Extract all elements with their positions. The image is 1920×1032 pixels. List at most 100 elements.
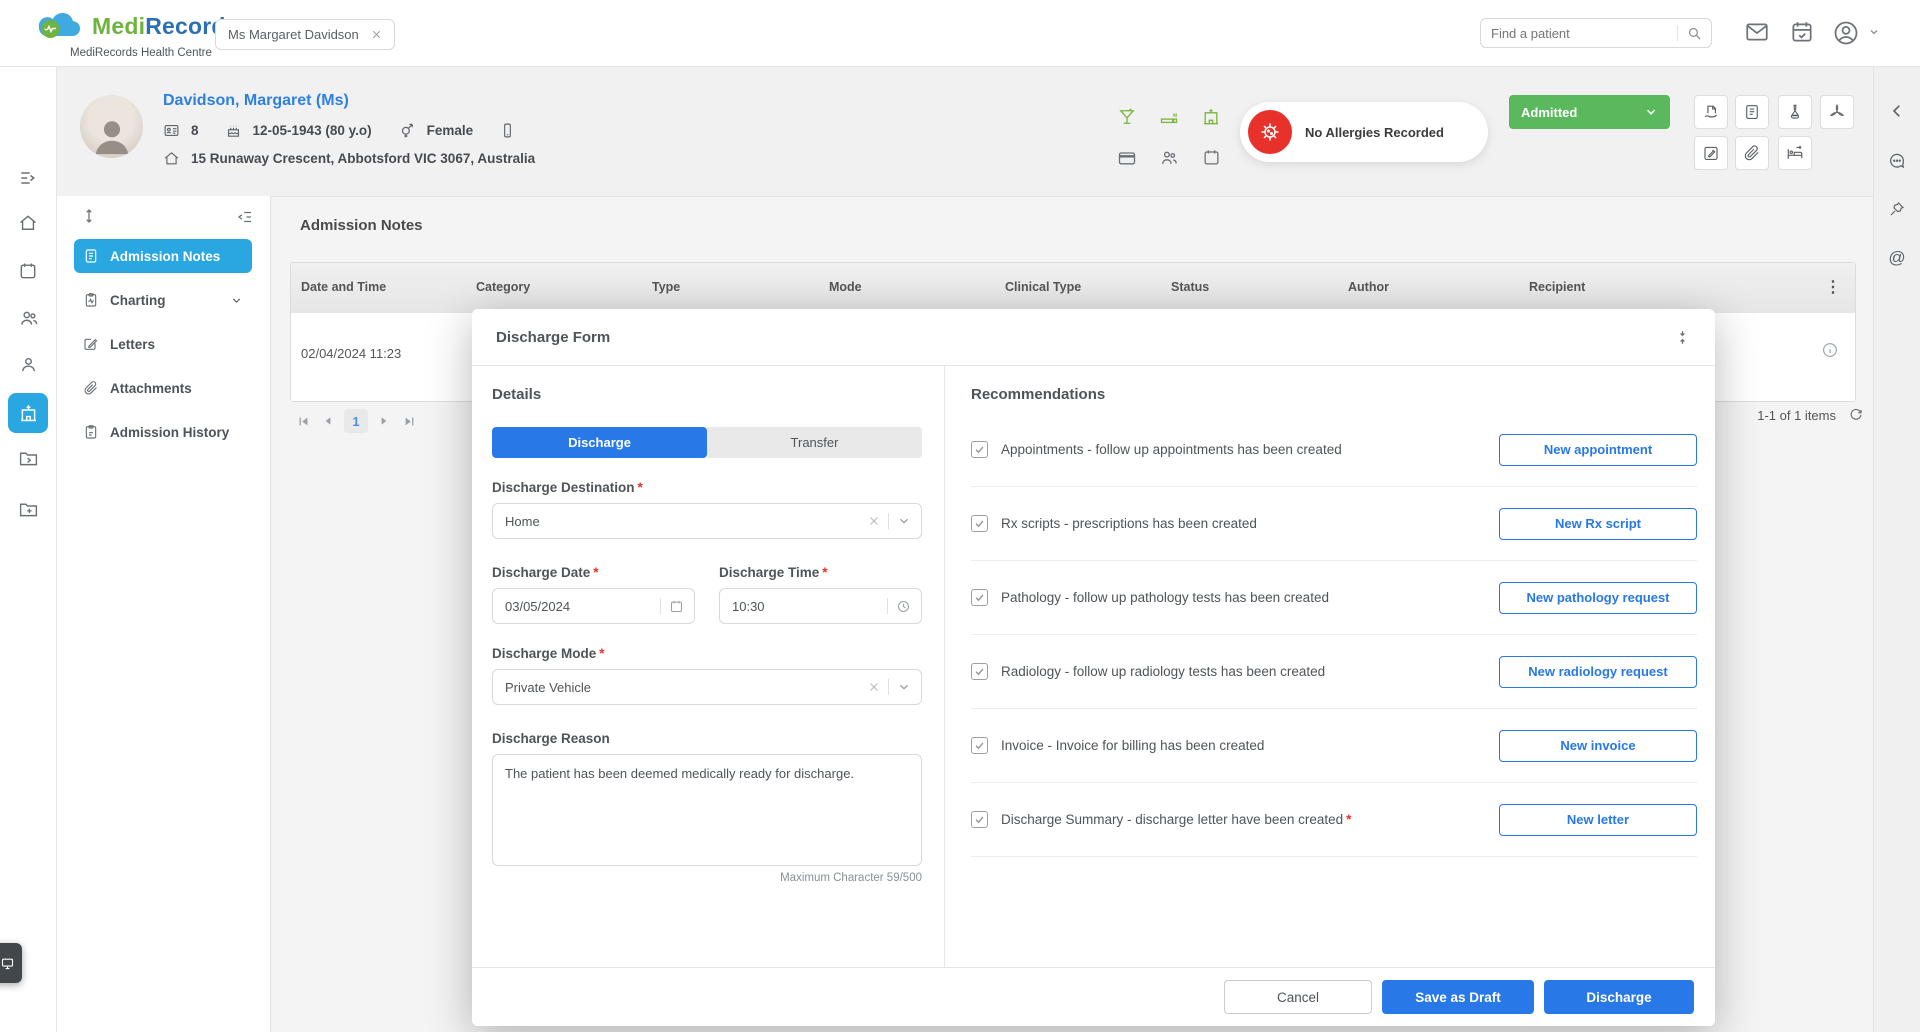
cancel-button[interactable]: Cancel: [1224, 980, 1372, 1014]
alcohol-icon[interactable]: [1106, 96, 1148, 137]
discharge-mode-select[interactable]: Private Vehicle: [492, 669, 922, 705]
rx-scripts-checkbox[interactable]: [971, 515, 988, 532]
tab-discharge[interactable]: Discharge: [492, 427, 707, 458]
calendar-check-icon[interactable]: [1789, 19, 1815, 45]
clock-icon[interactable]: [896, 599, 911, 614]
col-recipient[interactable]: Recipient: [1529, 280, 1585, 294]
prev-page-button[interactable]: [319, 412, 337, 430]
search-icon[interactable]: [1678, 25, 1711, 42]
new-invoice-button[interactable]: New invoice: [1499, 730, 1697, 762]
id-card-icon: [163, 122, 180, 139]
patient-tab-close-icon[interactable]: [371, 29, 382, 40]
account-chevron-down-icon[interactable]: [1868, 26, 1880, 38]
new-rx-script-button[interactable]: New Rx script: [1499, 508, 1697, 540]
calendar-icon[interactable]: [8, 251, 48, 291]
bed-discharge-icon-button[interactable]: [1778, 136, 1812, 170]
pathology-checkbox[interactable]: [971, 589, 988, 606]
chevron-down-icon[interactable]: [897, 514, 911, 528]
last-page-button[interactable]: [400, 412, 418, 430]
current-page[interactable]: 1: [344, 409, 368, 433]
items-summary: 1-1 of 1 items: [1757, 407, 1864, 423]
modal-title: Discharge Form: [496, 329, 610, 346]
rec-row-radiology: Radiology - follow up radiology tests ha…: [971, 635, 1697, 709]
col-clinical-type[interactable]: Clinical Type: [1005, 280, 1081, 294]
table-menu-kebab-icon[interactable]: ⋮: [1825, 277, 1841, 297]
allergy-status-pill[interactable]: No Allergies Recorded: [1240, 102, 1488, 162]
sidebar-item-label: Letters: [110, 337, 155, 352]
reorder-icon[interactable]: [80, 207, 98, 225]
folder-icon[interactable]: [8, 438, 48, 478]
mentions-at-icon[interactable]: @: [1888, 248, 1905, 268]
col-mode[interactable]: Mode: [829, 280, 862, 294]
admission-status-dropdown[interactable]: Admitted: [1509, 95, 1670, 129]
expand-menu-icon[interactable]: [8, 158, 48, 198]
first-page-button[interactable]: [294, 412, 312, 430]
search-input[interactable]: [1481, 26, 1677, 41]
new-radiology-icon-button[interactable]: [1820, 95, 1854, 129]
floating-device-widget[interactable]: [0, 943, 22, 983]
discharge-time-input[interactable]: 10:30: [719, 588, 922, 624]
schedule-icon[interactable]: [1190, 137, 1232, 178]
tab-transfer[interactable]: Transfer: [707, 427, 922, 458]
col-category[interactable]: Category: [476, 280, 530, 294]
sidebar-item-admission-history[interactable]: Admission History: [74, 415, 252, 449]
col-author[interactable]: Author: [1348, 280, 1389, 294]
radiology-checkbox[interactable]: [971, 663, 988, 680]
hospital-visit-icon[interactable]: [1190, 96, 1232, 137]
new-letter-icon-button[interactable]: [1735, 95, 1769, 129]
appointments-checkbox[interactable]: [971, 441, 988, 458]
sidebar-item-letters[interactable]: Letters: [74, 327, 252, 361]
family-icon[interactable]: [1148, 137, 1190, 178]
patient-group-icon[interactable]: [8, 298, 48, 338]
sidebar-item-charting[interactable]: Charting: [74, 283, 252, 317]
patient-name-link[interactable]: Davidson, Margaret (Ms): [163, 92, 349, 110]
invoice-checkbox[interactable]: [971, 737, 988, 754]
pin-icon[interactable]: [1888, 200, 1906, 218]
discharge-reason-textarea[interactable]: The patient has been deemed medically re…: [492, 754, 922, 866]
save-as-draft-button[interactable]: Save as Draft: [1382, 980, 1534, 1014]
col-type[interactable]: Type: [652, 280, 680, 294]
new-appointment-button[interactable]: New appointment: [1499, 434, 1697, 466]
attachments-icon-button[interactable]: [1735, 136, 1769, 170]
home-icon[interactable]: [8, 203, 48, 243]
new-pathology-request-button[interactable]: New pathology request: [1499, 582, 1697, 614]
discharge-summary-checkbox[interactable]: [971, 811, 988, 828]
sidebar-item-attachments[interactable]: Attachments: [74, 371, 252, 405]
clear-icon[interactable]: [868, 681, 880, 693]
discharge-destination-select[interactable]: Home: [492, 503, 922, 539]
account-avatar-icon[interactable]: [1832, 19, 1860, 47]
new-letter-button[interactable]: New letter: [1499, 804, 1697, 836]
payment-card-icon[interactable]: [1106, 137, 1148, 178]
row-info-icon[interactable]: [1821, 341, 1839, 359]
contacts-icon[interactable]: [8, 344, 48, 384]
calendar-icon[interactable]: [669, 599, 684, 614]
rec-label: Invoice - Invoice for billing has been c…: [1001, 738, 1264, 753]
recommendations-heading: Recommendations: [971, 386, 1697, 403]
next-page-button[interactable]: [375, 412, 393, 430]
chevron-down-icon[interactable]: [897, 680, 911, 694]
patient-search: [1480, 18, 1712, 48]
new-clinical-note-icon-button[interactable]: [1694, 136, 1728, 170]
col-date-and-time[interactable]: Date and Time: [301, 280, 386, 294]
new-pathology-icon-button[interactable]: [1778, 95, 1812, 129]
collapse-modal-icon[interactable]: [1674, 329, 1691, 346]
new-radiology-request-button[interactable]: New radiology request: [1499, 656, 1697, 688]
row-date-time: 02/04/2024 11:23: [301, 346, 401, 361]
collapse-panel-chevron-left-icon[interactable]: [1888, 102, 1906, 120]
clear-icon[interactable]: [868, 515, 880, 527]
refresh-icon[interactable]: [1848, 407, 1864, 423]
mail-icon[interactable]: [1744, 19, 1770, 45]
folder-add-icon[interactable]: [8, 489, 48, 529]
patient-tab[interactable]: Ms Margaret Davidson: [215, 19, 395, 50]
patient-avatar[interactable]: [80, 95, 143, 158]
sidebar-item-admission-notes[interactable]: Admission Notes: [74, 239, 252, 273]
col-status[interactable]: Status: [1171, 280, 1209, 294]
discharge-button[interactable]: Discharge: [1544, 980, 1694, 1014]
new-rx-script-icon-button[interactable]: [1694, 95, 1728, 129]
hospital-module-icon[interactable]: [8, 393, 48, 433]
discharge-date-input[interactable]: 03/05/2024: [492, 588, 695, 624]
chat-icon[interactable]: [1888, 152, 1907, 171]
sidebar-item-label: Admission Notes: [110, 249, 220, 264]
collapse-sidebar-icon[interactable]: [236, 208, 254, 226]
smoking-icon[interactable]: [1148, 96, 1190, 137]
